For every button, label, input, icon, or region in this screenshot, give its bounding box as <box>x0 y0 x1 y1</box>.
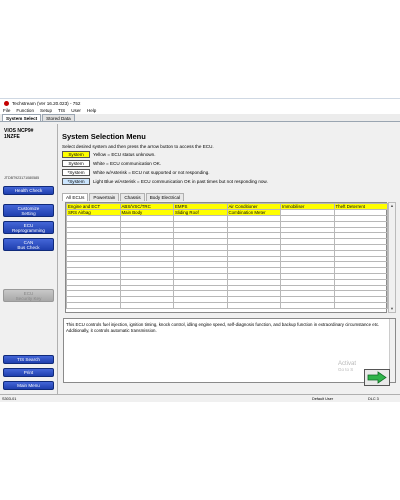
legend-swatch-white: System <box>62 160 90 167</box>
legend-text: White = ECU communication OK. <box>93 161 162 166</box>
legend-row: *System White w/Asterisk = ECU not suppo… <box>62 169 210 176</box>
ecu-security-key-button[interactable]: ECU Security Key <box>3 289 54 302</box>
window-title: Techstream (Ver 16.20.023) - 752 <box>12 100 81 106</box>
menu-function[interactable]: Function <box>16 108 34 113</box>
empty-cell <box>226 301 281 309</box>
menu-bar: File Function Setup TIS User Help <box>0 107 400 114</box>
grid-scrollbar[interactable]: ▲ ▼ <box>388 202 396 313</box>
vin-number: JTDBT923171080585 <box>4 176 40 180</box>
legend-row: System White = ECU communication OK. <box>62 160 161 167</box>
ecu-category-tabs: All ECUs Powertrain Chassis Body Electri… <box>62 193 185 201</box>
customize-setting-button[interactable]: Customize Setting <box>3 204 54 217</box>
watermark-line-2: Go to S <box>338 367 354 372</box>
menu-user[interactable]: User <box>71 108 81 113</box>
ecu-reprog-label-2: Reprogramming <box>12 227 45 233</box>
main-menu-button[interactable]: Main Menu <box>3 381 54 390</box>
legend-swatch-light-blue-asterisk: *System <box>62 178 90 185</box>
legend-swatch-yellow: System <box>62 151 90 158</box>
legend-row: *System Light Blue w/Asterisk = ECU comm… <box>62 178 268 185</box>
empty-cell <box>119 301 174 309</box>
tis-search-label: TIS Search <box>17 357 40 362</box>
scroll-up-arrow-icon[interactable]: ▲ <box>389 203 395 209</box>
tis-search-button[interactable]: TIS Search <box>3 355 54 364</box>
tab-powertrain[interactable]: Powertrain <box>89 193 120 201</box>
ecu-grid-table: Engine and ECT ABS/VSC/TRC EMPS Air Conditi… <box>66 203 388 309</box>
tab-body-electrical[interactable]: Body Electrical <box>145 193 185 201</box>
tab-system-select[interactable]: System Select <box>2 114 42 121</box>
next-arrow-button[interactable] <box>364 369 390 386</box>
tab-chassis[interactable]: Chassis <box>120 193 145 201</box>
empty-cell <box>333 301 388 309</box>
status-bar: S303-01 Default User DLC 3 <box>0 394 400 402</box>
legend-text: White w/Asterisk = ECU not supported or … <box>93 170 210 175</box>
scroll-down-arrow-icon[interactable]: ▼ <box>389 306 395 312</box>
ecu-grid-row <box>66 301 388 309</box>
status-user: Default User <box>312 397 334 401</box>
tab-all-ecus[interactable]: All ECUs <box>62 193 89 201</box>
sidebar: VIOS NCP9# 1NZFE JTDBT923171080585 Healt… <box>0 124 58 394</box>
legend-swatch-white-asterisk: *System <box>62 169 90 176</box>
green-right-arrow-icon <box>367 371 387 384</box>
menu-help[interactable]: Help <box>87 108 96 113</box>
can-bus-check-button[interactable]: CAN Bus Check <box>3 238 54 251</box>
title-bar: Techstream (Ver 16.20.023) - 752 <box>0 99 400 107</box>
vehicle-model: VIOS NCP9# 1NZFE <box>4 128 33 140</box>
system-selection-panel: System Selection Menu Select desired sys… <box>62 132 398 394</box>
techstream-window: Techstream (Ver 16.20.023) - 752 File Fu… <box>0 98 400 402</box>
empty-cell <box>173 301 228 309</box>
customize-label-2: Setting <box>21 210 36 216</box>
ecu-description-text: This ECU controls fuel injection, igniti… <box>66 322 380 333</box>
health-check-label: Health Check <box>14 188 43 193</box>
page-title: System Selection Menu <box>62 132 146 141</box>
print-button[interactable]: Print <box>3 368 54 377</box>
ecu-system-grid: Engine and ECT ABS/VSC/TRC EMPS Air Conditi… <box>65 202 388 313</box>
main-menu-label: Main Menu <box>17 383 40 388</box>
techstream-logo-icon <box>4 100 9 106</box>
ecu-reprogramming-button[interactable]: ECU Reprogramming <box>3 221 54 234</box>
menu-file[interactable]: File <box>3 108 10 113</box>
status-code: S303-01 <box>2 397 17 401</box>
legend-row: System Yellow = ECU status unknown. <box>62 151 156 158</box>
empty-cell <box>66 301 121 309</box>
instruction-text: Select desired system and then press the… <box>62 144 214 149</box>
main-tab-bar: System Select Stored Data <box>0 114 400 122</box>
legend-text: Light Blue w/Asterisk = ECU communicatio… <box>93 179 268 184</box>
health-check-button[interactable]: Health Check <box>3 186 54 195</box>
legend-text: Yellow = ECU status unknown. <box>93 152 156 157</box>
menu-setup[interactable]: Setup <box>40 108 52 113</box>
vehicle-engine-code: 1NZFE <box>4 134 20 140</box>
ecu-security-label-2: Security Key <box>15 295 42 301</box>
activate-windows-watermark: Activat Go to S <box>338 361 356 373</box>
empty-cell <box>280 301 335 309</box>
status-dlc: DLC 3 <box>368 397 379 401</box>
menu-tis[interactable]: TIS <box>58 108 65 113</box>
tab-stored-data[interactable]: Stored Data <box>42 114 75 121</box>
print-label: Print <box>23 370 34 375</box>
can-label-2: Bus Check <box>17 244 40 250</box>
ecu-description-box: This ECU controls fuel injection, igniti… <box>63 318 396 383</box>
